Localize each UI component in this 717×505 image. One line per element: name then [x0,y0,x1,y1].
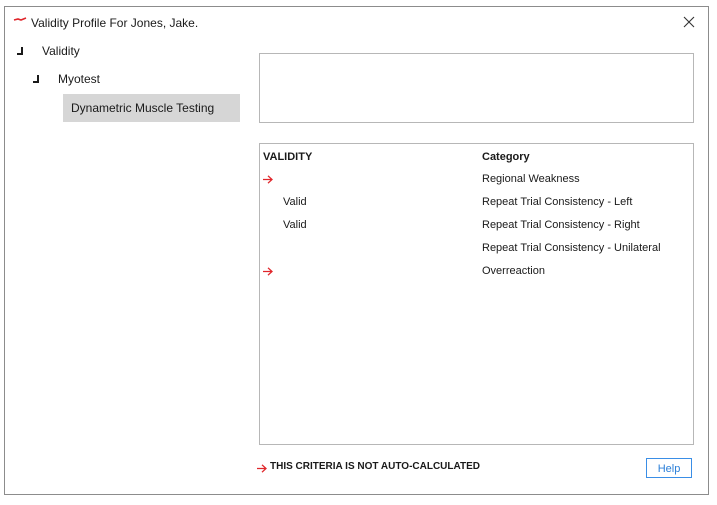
flag-arrow-icon [263,175,273,184]
table-row[interactable]: Valid Repeat Trial Consistency - Right [260,214,693,237]
validity-grid: VALIDITY Category Regional Weakness Vali… [259,143,694,445]
category-cell: Regional Weakness [482,173,580,185]
tree-item-myotest[interactable]: Myotest [31,65,100,93]
table-row[interactable]: Valid Repeat Trial Consistency - Left [260,191,693,214]
validity-profile-window: Validity Profile For Jones, Jake. Validi… [4,6,709,495]
column-header-category[interactable]: Category [482,151,530,163]
notes-textbox[interactable] [259,53,694,123]
category-cell: Overreaction [482,265,545,277]
tree-item-validity[interactable]: Validity [15,37,80,65]
app-logo-icon [13,17,27,21]
table-row[interactable]: Overreaction [260,260,693,283]
table-row[interactable]: Regional Weakness [260,168,693,191]
tree-item-label: Validity [42,44,80,58]
column-header-validity[interactable]: VALIDITY [263,151,312,163]
category-cell: Repeat Trial Consistency - Left [482,196,633,208]
grid-header: VALIDITY Category [260,144,693,168]
validity-cell: Valid [283,196,307,208]
window-title: Validity Profile For Jones, Jake. [31,16,199,30]
flag-arrow-icon [257,464,267,473]
expanded-arrow-icon[interactable] [31,74,41,84]
expanded-arrow-icon[interactable] [15,46,25,56]
validity-cell: Valid [283,219,307,231]
flag-arrow-icon [263,267,273,276]
tree-item-label: Dynametric Muscle Testing [71,101,215,115]
category-cell: Repeat Trial Consistency - Right [482,219,640,231]
tree-item-label: Myotest [58,72,101,86]
help-button[interactable]: Help [646,458,692,478]
not-auto-calculated-note: THIS CRITERIA IS NOT AUTO-CALCULATED [270,461,480,472]
close-icon[interactable] [678,11,700,33]
category-cell: Repeat Trial Consistency - Unilateral [482,242,661,254]
tree-item-dynametric-muscle-testing[interactable]: Dynametric Muscle Testing [63,94,240,122]
title-bar: Validity Profile For Jones, Jake. [5,7,708,37]
table-row[interactable]: Repeat Trial Consistency - Unilateral [260,237,693,260]
